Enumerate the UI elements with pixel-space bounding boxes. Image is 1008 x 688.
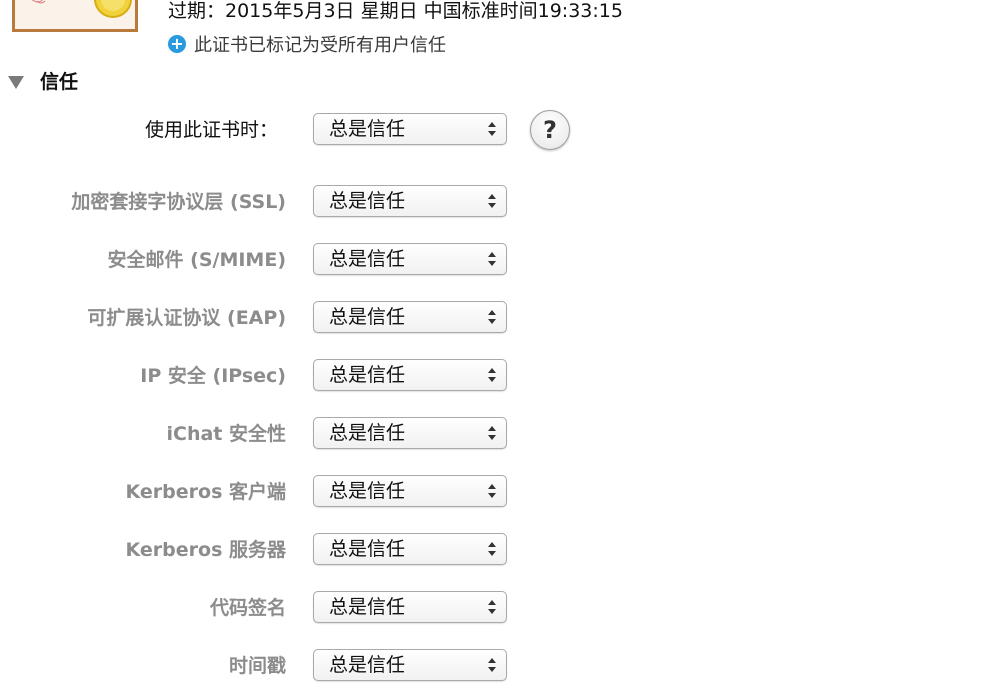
help-button[interactable]: ? xyxy=(530,110,570,150)
trust-setting-row: IP 安全 (IPsec) 总是信任 xyxy=(0,359,620,393)
updown-arrows-icon xyxy=(488,542,496,556)
popup-value: 总是信任 xyxy=(329,190,406,212)
trust-setting-row: 加密套接字协议层 (SSL) 总是信任 xyxy=(0,185,620,219)
setting-label-kerberos-server: Kerberos 服务器 xyxy=(125,539,286,561)
ichat-popup[interactable]: 总是信任 xyxy=(313,417,507,449)
trust-setting-row: 时间戳 总是信任 xyxy=(0,649,620,683)
updown-arrows-icon xyxy=(488,310,496,324)
smime-popup[interactable]: 总是信任 xyxy=(313,243,507,275)
code-signing-popup[interactable]: 总是信任 xyxy=(313,591,507,623)
popup-value: 总是信任 xyxy=(329,364,406,386)
popup-value: 总是信任 xyxy=(329,306,406,328)
kerberos-client-popup[interactable]: 总是信任 xyxy=(313,475,507,507)
popup-value: 总是信任 xyxy=(329,596,406,618)
updown-arrows-icon xyxy=(488,600,496,614)
trust-setting-row: 代码签名 总是信任 xyxy=(0,591,620,625)
ipsec-popup[interactable]: 总是信任 xyxy=(313,359,507,391)
trust-setting-row: Kerberos 服务器 总是信任 xyxy=(0,533,620,567)
trust-setting-row: Kerberos 客户端 总是信任 xyxy=(0,475,620,509)
disclosure-triangle-icon[interactable] xyxy=(8,75,24,89)
setting-label-ichat: iChat 安全性 xyxy=(166,423,286,445)
updown-arrows-icon xyxy=(488,658,496,672)
certificate-trust-panel: 过期：2015年5月3日 星期日 中国标准时间19:33:15 + 此证书已标记… xyxy=(0,0,1008,688)
when-using-popup[interactable]: 总是信任 xyxy=(313,113,507,145)
setting-label-timestamping: 时间戳 xyxy=(228,655,286,677)
popup-value: 总是信任 xyxy=(329,538,406,560)
setting-label-kerberos-client: Kerberos 客户端 xyxy=(125,481,286,503)
setting-label-smime: 安全邮件 (S/MIME) xyxy=(107,249,286,271)
ssl-popup[interactable]: 总是信任 xyxy=(313,185,507,217)
kerberos-server-popup[interactable]: 总是信任 xyxy=(313,533,507,565)
trust-setting-row: iChat 安全性 总是信任 xyxy=(0,417,620,451)
updown-arrows-icon xyxy=(488,426,496,440)
certificate-icon xyxy=(12,0,138,32)
updown-arrows-icon xyxy=(488,252,496,266)
expiry-date-text: 过期：2015年5月3日 星期日 中国标准时间19:33:15 xyxy=(168,0,623,22)
eap-popup[interactable]: 总是信任 xyxy=(313,301,507,333)
trust-section-toggle[interactable]: 信任 xyxy=(8,66,78,94)
popup-value: 总是信任 xyxy=(329,118,406,140)
when-using-row: 使用此证书时： 总是信任 xyxy=(0,113,620,147)
popup-value: 总是信任 xyxy=(329,248,406,270)
plus-circle-icon: + xyxy=(168,35,186,53)
trust-status: + 此证书已标记为受所有用户信任 xyxy=(168,32,446,56)
updown-arrows-icon xyxy=(488,194,496,208)
setting-label-ipsec: IP 安全 (IPsec) xyxy=(140,365,286,387)
trust-setting-row: 安全邮件 (S/MIME) 总是信任 xyxy=(0,243,620,277)
popup-value: 总是信任 xyxy=(329,654,406,676)
trust-status-text: 此证书已标记为受所有用户信任 xyxy=(194,35,446,56)
trust-section-title: 信任 xyxy=(40,70,79,93)
setting-label-eap: 可扩展认证协议 (EAP) xyxy=(87,307,286,329)
popup-value: 总是信任 xyxy=(329,480,406,502)
setting-label-code-signing: 代码签名 xyxy=(209,597,286,619)
setting-label-ssl: 加密套接字协议层 (SSL) xyxy=(71,191,286,213)
trust-setting-row: 可扩展认证协议 (EAP) 总是信任 xyxy=(0,301,620,335)
timestamping-popup[interactable]: 总是信任 xyxy=(313,649,507,681)
when-using-label: 使用此证书时： xyxy=(144,119,278,141)
updown-arrows-icon xyxy=(488,122,496,136)
updown-arrows-icon xyxy=(488,484,496,498)
popup-value: 总是信任 xyxy=(329,422,406,444)
updown-arrows-icon xyxy=(488,368,496,382)
